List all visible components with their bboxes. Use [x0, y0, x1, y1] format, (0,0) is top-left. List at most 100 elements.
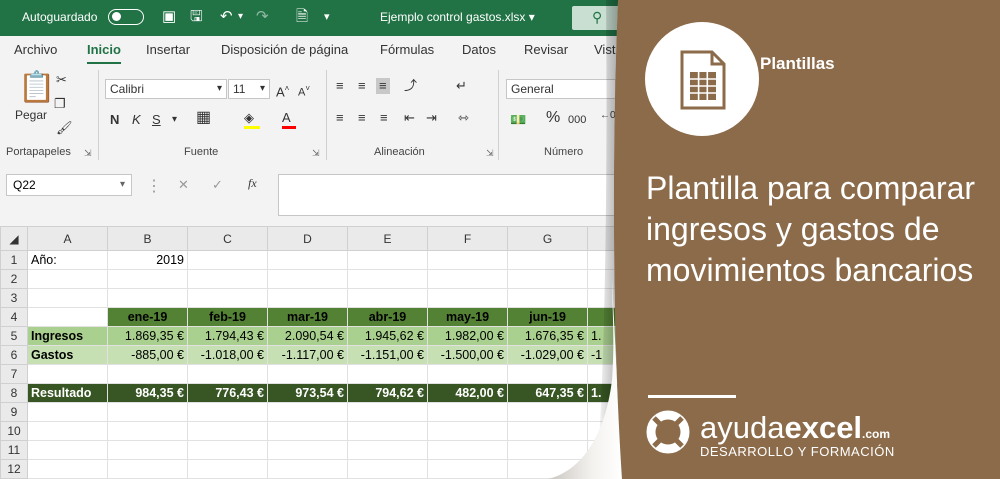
cell[interactable]: [267, 364, 348, 384]
cell[interactable]: 1.869,35 €: [107, 326, 188, 346]
cell[interactable]: 1.676,35 €: [507, 326, 588, 346]
cell[interactable]: [267, 250, 348, 270]
undo-dropdown-icon[interactable]: ▾: [238, 8, 243, 26]
autosave-toggle[interactable]: [108, 9, 144, 25]
cell[interactable]: [267, 440, 348, 460]
cell[interactable]: [587, 364, 668, 384]
cell[interactable]: 482,00 €: [427, 383, 508, 403]
decrease-font-icon[interactable]: A˅: [298, 81, 310, 101]
cell[interactable]: [427, 269, 508, 289]
share-icon[interactable]: ▣: [162, 8, 176, 26]
cell[interactable]: -885,00 €: [107, 345, 188, 365]
month-header-cell[interactable]: feb-19: [187, 307, 268, 327]
save-icon[interactable]: 🖫: [190, 8, 203, 26]
row-header[interactable]: 2: [0, 269, 28, 289]
underline-button[interactable]: S: [152, 112, 161, 128]
cell[interactable]: [347, 459, 428, 479]
month-header-cell[interactable]: may-19: [427, 307, 508, 327]
row-header[interactable]: 8: [0, 383, 28, 403]
cell[interactable]: [347, 402, 428, 422]
undo-icon[interactable]: ↶: [220, 8, 233, 26]
cell[interactable]: [347, 288, 428, 308]
cell[interactable]: [427, 459, 508, 479]
row-header[interactable]: 11: [0, 440, 28, 460]
cell[interactable]: [27, 402, 108, 422]
currency-format-icon[interactable]: 💵: [510, 112, 526, 128]
column-header[interactable]: G: [507, 226, 588, 251]
font-size-select[interactable]: 11 ▾: [228, 79, 270, 99]
dialog-launcher-icon[interactable]: ⇲: [486, 148, 494, 159]
comma-style-icon[interactable]: 000: [568, 112, 586, 128]
column-header[interactable]: D: [267, 226, 348, 251]
cell[interactable]: [587, 250, 668, 270]
cell[interactable]: [427, 440, 508, 460]
orientation-icon[interactable]: ⤴: [404, 78, 417, 94]
row-header[interactable]: 12: [0, 459, 28, 479]
cell[interactable]: 1.945,62 €: [347, 326, 428, 346]
row-header[interactable]: 3: [0, 288, 28, 308]
column-header[interactable]: A: [27, 226, 108, 251]
cell[interactable]: -1.029,00 €: [507, 345, 588, 365]
column-header[interactable]: B: [107, 226, 188, 251]
confirm-icon[interactable]: ✓: [212, 177, 223, 193]
decrease-indent-icon[interactable]: ⇤: [404, 110, 415, 126]
dialog-launcher-icon[interactable]: ⇲: [312, 148, 320, 159]
align-top-icon[interactable]: ≡: [336, 78, 344, 94]
cell[interactable]: [507, 288, 588, 308]
cell[interactable]: [587, 459, 668, 479]
cell[interactable]: 2019: [107, 250, 188, 270]
increase-font-icon[interactable]: A˄: [276, 81, 289, 100]
cell[interactable]: [27, 307, 108, 327]
cell[interactable]: 647,35 €: [507, 383, 588, 403]
number-format-select[interactable]: General: [506, 79, 616, 99]
cell[interactable]: [267, 402, 348, 422]
month-header-cell[interactable]: mar-19: [267, 307, 348, 327]
format-painter-icon[interactable]: 🖌: [56, 120, 73, 136]
tab-disposicion[interactable]: Disposición de página: [221, 42, 348, 57]
align-left-icon[interactable]: ≡: [336, 110, 344, 126]
align-center-icon[interactable]: ≡: [358, 110, 366, 126]
cell[interactable]: [587, 402, 668, 422]
cell[interactable]: [187, 440, 268, 460]
insert-function-icon[interactable]: fx: [248, 176, 257, 191]
cell[interactable]: -1: [587, 345, 668, 365]
tab-insertar[interactable]: Insertar: [146, 42, 190, 57]
tab-formulas[interactable]: Fórmulas: [380, 42, 434, 57]
cell[interactable]: [427, 288, 508, 308]
cell[interactable]: [107, 269, 188, 289]
cell[interactable]: [107, 288, 188, 308]
font-name-select[interactable]: Calibri ▾: [105, 79, 227, 99]
italic-button[interactable]: K: [132, 112, 141, 128]
percent-icon[interactable]: %: [546, 110, 560, 126]
row-header[interactable]: 7: [0, 364, 28, 384]
cell[interactable]: 1.982,00 €: [427, 326, 508, 346]
cell[interactable]: [107, 364, 188, 384]
cell[interactable]: -1.500,00 €: [427, 345, 508, 365]
cell[interactable]: [507, 250, 588, 270]
cell[interactable]: [347, 269, 428, 289]
cell[interactable]: [347, 421, 428, 441]
month-header-cell[interactable]: jun-19: [507, 307, 588, 327]
cell[interactable]: [107, 402, 188, 422]
cell[interactable]: -1.151,00 €: [347, 345, 428, 365]
cell[interactable]: Año:: [27, 250, 108, 270]
borders-icon[interactable]: ▦: [196, 110, 211, 126]
row-header[interactable]: 4: [0, 307, 28, 327]
paste-icon[interactable]: 📋: [18, 70, 55, 105]
row-header[interactable]: 1: [0, 250, 28, 270]
column-header[interactable]: F: [427, 226, 508, 251]
cell[interactable]: [347, 364, 428, 384]
font-color-icon[interactable]: A: [282, 110, 296, 129]
cell[interactable]: 973,54 €: [267, 383, 348, 403]
increase-decimal-icon[interactable]: ←0: [600, 108, 616, 124]
customize-toolbar-icon[interactable]: ▾: [324, 8, 330, 26]
tab-archivo[interactable]: Archivo: [14, 42, 57, 57]
cell[interactable]: [187, 364, 268, 384]
cell[interactable]: [187, 402, 268, 422]
redo-icon[interactable]: ↷: [256, 8, 269, 26]
cell[interactable]: [187, 250, 268, 270]
month-header-cell[interactable]: ene-19: [107, 307, 188, 327]
cell[interactable]: [427, 250, 508, 270]
cell[interactable]: [587, 440, 668, 460]
cell[interactable]: [507, 269, 588, 289]
